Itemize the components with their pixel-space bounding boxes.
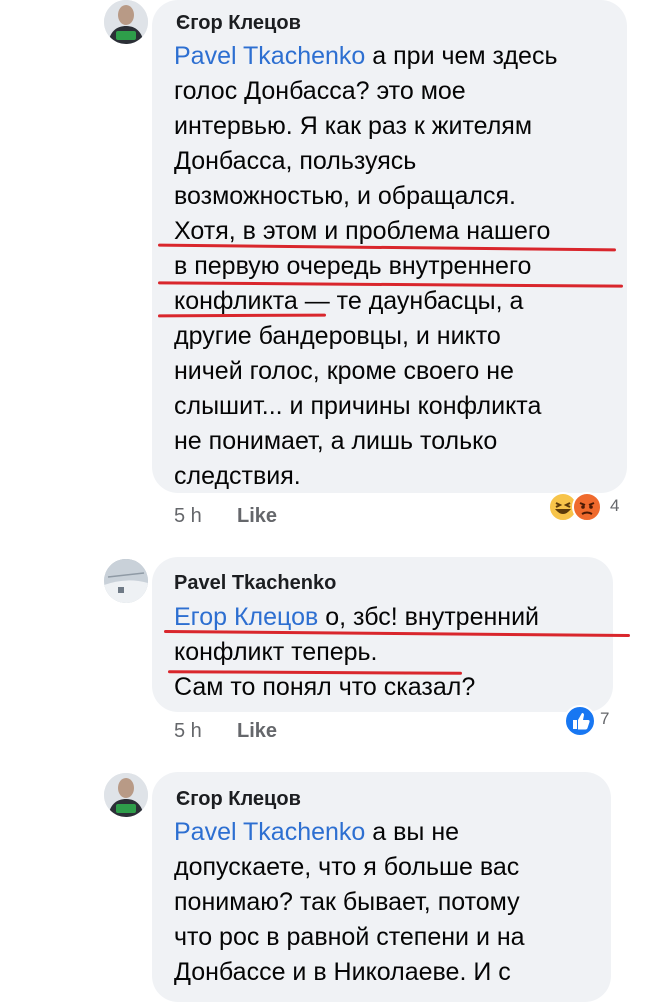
reaction-summary[interactable]: 4: [548, 492, 628, 524]
comment-text-line: голос Донбасса? это мое: [174, 77, 466, 105]
reaction-summary[interactable]: 7: [564, 705, 624, 737]
comment-timestamp[interactable]: 5 h: [174, 720, 202, 743]
comment-text-line: следствия.: [174, 462, 301, 490]
like-button[interactable]: Like: [237, 720, 277, 743]
comment-text-line: возможностью, и обращался.: [174, 182, 516, 210]
comment-text-line: слышит... и причины конфликта: [174, 392, 542, 420]
reaction-count: 4: [610, 496, 620, 515]
avatar-photo-icon: [104, 0, 148, 44]
comment-text-line: в первую очередь внутреннего: [174, 252, 532, 280]
avatar-photo-icon: [104, 773, 148, 817]
avatar[interactable]: [104, 0, 148, 44]
comment-text-line: не понимает, а лишь только: [174, 427, 498, 455]
comment-text-line: конфликт теперь.: [174, 638, 378, 666]
comment-author[interactable]: Єгор Клецов: [176, 12, 301, 35]
comment-text-line: Донбассе и в Николаеве. И с: [174, 958, 511, 986]
angry-reaction-icon: [572, 492, 602, 522]
mention-link[interactable]: Егор Клецов: [174, 603, 318, 631]
comment-text-line: Pavel Tkachenko а вы не: [174, 818, 460, 846]
comment-text-line: интервью. Я как раз к жителям: [174, 112, 533, 140]
avatar[interactable]: [104, 559, 148, 603]
comment-text-line: допускаете, что я больше вас: [174, 853, 520, 881]
comment-text-line: Донбасса, пользуясь: [174, 147, 417, 175]
comment-author[interactable]: Pavel Tkachenko: [174, 572, 336, 595]
mention-link[interactable]: Pavel Tkachenko: [174, 42, 365, 70]
comment-timestamp[interactable]: 5 h: [174, 505, 202, 528]
comment-text-line: ничей голос, кроме своего не: [174, 357, 514, 385]
mention-link[interactable]: Pavel Tkachenko: [174, 818, 365, 846]
comment-text-line: понимаю? так бывает, потому: [174, 888, 520, 916]
like-button[interactable]: Like: [237, 505, 277, 528]
avatar[interactable]: [104, 773, 148, 817]
comment-text-line: Pavel Tkachenko а при чем здесь: [174, 42, 558, 70]
like-reaction-icon: [564, 705, 596, 737]
comment-text-line: что рос в равной степени и на: [174, 923, 525, 951]
reaction-count: 7: [600, 709, 610, 728]
comment-text-line: другие бандеровцы, и никто: [174, 322, 501, 350]
comment-author[interactable]: Єгор Клецов: [176, 788, 301, 811]
avatar-photo-icon: [104, 559, 148, 603]
